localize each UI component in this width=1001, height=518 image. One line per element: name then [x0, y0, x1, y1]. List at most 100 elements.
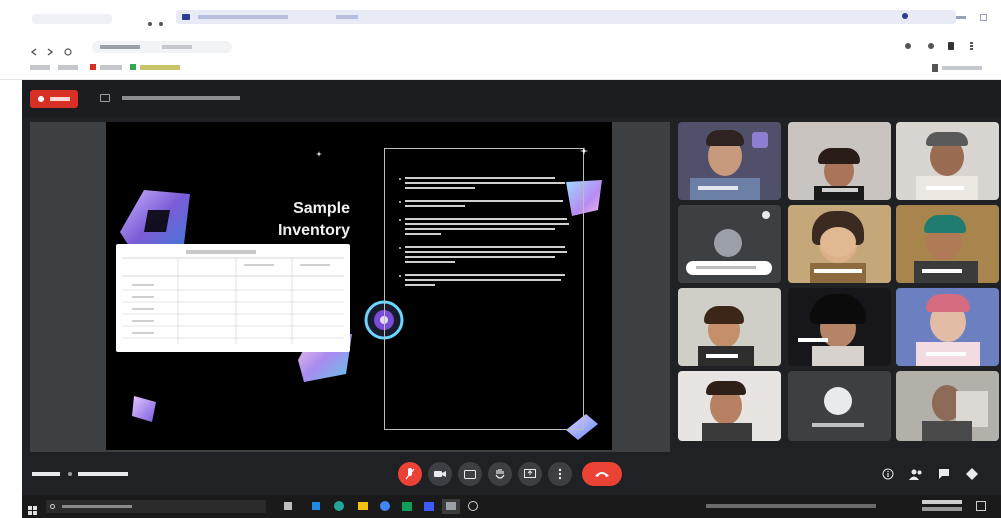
browser-tab[interactable] [32, 14, 112, 24]
tab-favicon-icon [182, 14, 190, 20]
info-icon [882, 468, 894, 480]
bookmark-favicon-icon [90, 64, 96, 70]
slide-bullet [399, 198, 575, 207]
browser-tab-bar [0, 0, 1001, 38]
participant-tile[interactable] [896, 122, 999, 200]
end-call-icon [595, 472, 609, 477]
participant-tile[interactable] [788, 122, 891, 200]
slide-title-line2: Inventory [277, 222, 350, 239]
avatar [824, 387, 852, 415]
os-taskbar [22, 495, 1001, 518]
presentation-stage: Sample Inventory [30, 122, 670, 452]
clock-date [922, 507, 962, 511]
participant-tile[interactable] [788, 205, 891, 283]
task-view-icon[interactable] [284, 502, 292, 510]
bookmark-item[interactable] [58, 65, 78, 70]
chat-button[interactable] [932, 462, 956, 486]
taskbar-app-icon[interactable] [402, 502, 412, 511]
taskbar-app-icon[interactable] [468, 501, 478, 511]
system-tray[interactable] [706, 504, 876, 508]
bookmark-item[interactable] [100, 65, 122, 70]
present-button[interactable] [518, 462, 542, 486]
slide-bullet [399, 216, 575, 235]
active-tab[interactable] [176, 10, 956, 24]
presented-slide: Sample Inventory [106, 122, 612, 450]
microphone-icon [405, 468, 415, 480]
chrome-icon[interactable] [380, 501, 390, 511]
reading-list-label[interactable] [942, 66, 982, 70]
raise-hand-button[interactable] [488, 462, 512, 486]
separator-icon [68, 472, 72, 476]
end-call-button[interactable] [582, 462, 622, 486]
url-field[interactable] [92, 41, 232, 53]
decorative-shape-icon [128, 392, 162, 426]
camera-icon [434, 471, 446, 477]
back-icon[interactable] [30, 43, 38, 56]
more-options-button[interactable] [548, 462, 572, 486]
profile-icon[interactable] [928, 43, 934, 49]
tab-controls[interactable] [148, 13, 170, 26]
file-explorer-icon[interactable] [358, 502, 368, 510]
participant-tile[interactable] [896, 205, 999, 283]
extensions-icon[interactable] [905, 43, 911, 49]
bookmark-item[interactable] [140, 65, 180, 70]
slide-bullet-list [399, 175, 575, 295]
taskbar-app-icon[interactable] [424, 502, 434, 511]
participant-tile[interactable] [678, 371, 781, 441]
meet-top-bar [22, 80, 1001, 118]
muted-icon [762, 211, 770, 219]
info-button[interactable] [876, 462, 900, 486]
participant-tile[interactable] [788, 371, 891, 441]
camera-button[interactable] [428, 462, 452, 486]
tab-title [198, 15, 288, 19]
minimize-icon[interactable] [956, 16, 966, 19]
search-icon [50, 504, 55, 509]
activities-button[interactable] [960, 462, 984, 486]
participant-tile[interactable] [678, 122, 781, 200]
participant-tile[interactable] [896, 371, 999, 441]
avatar [714, 229, 742, 257]
maximize-icon[interactable] [980, 14, 987, 21]
windows-start-icon[interactable] [28, 502, 37, 515]
participant-tile[interactable] [788, 288, 891, 366]
participant-tile[interactable] [678, 205, 781, 283]
taskbar-search[interactable] [46, 500, 266, 513]
meeting-time [32, 472, 60, 476]
reading-list-icon[interactable] [932, 64, 938, 72]
taskbar-app-active[interactable] [442, 499, 460, 514]
bookmark-icon[interactable] [948, 42, 954, 50]
participant-tile[interactable] [678, 288, 781, 366]
activities-icon [966, 468, 978, 480]
record-icon [38, 96, 44, 102]
slide-title-line1: Sample [293, 200, 350, 217]
slide-title: Sample Inventory [226, 198, 350, 242]
people-button[interactable] [904, 462, 928, 486]
search-placeholder [62, 505, 132, 508]
presenting-icon [100, 94, 110, 102]
notifications-icon[interactable] [976, 501, 986, 511]
participant-grid [678, 122, 999, 452]
name-pill [686, 261, 772, 275]
raise-hand-icon [495, 469, 505, 479]
menu-icon[interactable] [970, 42, 973, 51]
slide-bullet [399, 272, 575, 286]
forward-icon[interactable] [46, 43, 54, 56]
taskbar-app-icon[interactable] [312, 502, 320, 510]
meeting-controls [22, 454, 1001, 495]
meet-window: Sample Inventory [22, 80, 1001, 495]
present-icon [524, 469, 536, 478]
slide-bullet [399, 175, 575, 189]
captions-button[interactable] [458, 462, 482, 486]
meeting-code [78, 472, 128, 476]
participant-name [812, 423, 864, 427]
taskbar-app-icon[interactable] [334, 501, 344, 511]
participant-tile[interactable] [896, 288, 999, 366]
mic-button[interactable] [398, 462, 422, 486]
presenting-label [122, 96, 240, 100]
sparkle-icon [580, 142, 588, 155]
reload-icon[interactable] [64, 43, 72, 56]
bookmarks-bar [0, 58, 1001, 80]
bookmark-item[interactable] [30, 65, 50, 70]
inventory-table-image [116, 244, 350, 352]
clock-time [922, 500, 962, 504]
